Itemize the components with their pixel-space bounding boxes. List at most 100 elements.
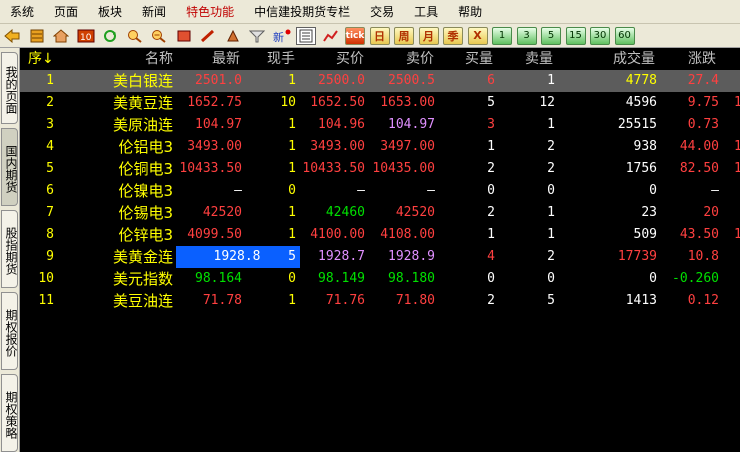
- change-cell: 20: [703, 205, 719, 220]
- col-bid-volume[interactable]: 买量: [465, 48, 493, 70]
- sidetab-option-quotes[interactable]: 期权报价: [1, 292, 18, 370]
- minute-30-button[interactable]: 30: [590, 26, 610, 45]
- sidetab-domestic-futures[interactable]: 国内期货: [1, 128, 18, 206]
- menu-bar: 系统 页面 板块 新闻 特色功能 中信建投期货专栏 交易 工具 帮助: [0, 0, 740, 24]
- col-turnover[interactable]: 成交量: [613, 48, 655, 70]
- volume-cell: 1: [288, 161, 296, 176]
- bid-price-cell: —: [357, 183, 365, 198]
- table-row[interactable]: 9 美黄金连 1928.8 5 1928.7 1928.9 4 2 17739 10.8: [20, 246, 740, 268]
- seq-cell: 11: [38, 293, 54, 308]
- quarter-period-button[interactable]: 季: [443, 26, 463, 45]
- window-icon[interactable]: [174, 27, 194, 45]
- day-period-button[interactable]: 日: [369, 26, 390, 45]
- ask-price-cell: 71.80: [395, 293, 435, 308]
- ask-price-cell: 1928.9: [388, 249, 435, 264]
- month-period-button[interactable]: 月: [418, 26, 439, 45]
- col-change[interactable]: 涨跌: [688, 48, 716, 70]
- change-cell: 27.4: [687, 73, 719, 88]
- menu-help[interactable]: 帮助: [448, 0, 492, 24]
- change-cell: 10.8: [687, 249, 719, 264]
- bid-volume-cell: 1: [487, 139, 495, 154]
- name-cell: 美豆油连: [112, 292, 173, 310]
- refresh-icon[interactable]: [100, 27, 120, 45]
- ask-price-cell: 42520: [395, 205, 435, 220]
- menu-features[interactable]: 特色功能: [176, 0, 244, 24]
- change-cell: -0.260: [672, 271, 719, 286]
- menu-news[interactable]: 新闻: [132, 0, 176, 24]
- zoom-in-icon[interactable]: [125, 27, 145, 45]
- bid-volume-cell: 0: [487, 183, 495, 198]
- change-cell: —: [711, 183, 719, 198]
- table-row[interactable]: 11 美豆油连 71.78 1 71.76 71.80 2 5 1413 0.12: [20, 290, 740, 312]
- table-row[interactable]: 6 伦镍电3 — 0 — — 0 0 0 —: [20, 180, 740, 202]
- ask-volume-cell: 0: [547, 183, 555, 198]
- table-row[interactable]: 5 伦铜电3 10433.50 1 10433.50 10435.00 2 2 1756 82.5…: [20, 158, 740, 180]
- tool-icon[interactable]: [223, 27, 243, 45]
- table-row[interactable]: 8 伦锌电3 4099.50 1 4100.00 4108.00 1 1 509 43.50 1: [20, 224, 740, 246]
- back-arrow-icon[interactable]: [2, 27, 22, 45]
- ask-price-cell: 4108.00: [380, 227, 435, 242]
- svg-text:新: 新: [273, 30, 284, 43]
- col-last[interactable]: 最新: [212, 48, 240, 70]
- menu-tools[interactable]: 工具: [404, 0, 448, 24]
- stack-icon[interactable]: [27, 27, 47, 45]
- volume-cell: 0: [288, 183, 296, 198]
- svg-text:10: 10: [80, 33, 92, 43]
- bid-volume-cell: 3: [487, 117, 495, 132]
- table-row[interactable]: 2 美黄豆连 1652.75 10 1652.50 1653.00 5 12 4596 9.75 1: [20, 92, 740, 114]
- zoom-out-icon[interactable]: [149, 27, 169, 45]
- table-row[interactable]: 3 美原油连 104.97 1 104.96 104.97 3 1 25515 0.73: [20, 114, 740, 136]
- menu-page[interactable]: 页面: [44, 0, 88, 24]
- col-seq[interactable]: 序↓: [28, 48, 54, 70]
- col-bid[interactable]: 买价: [336, 48, 364, 70]
- last-price-cell: 1652.75: [187, 95, 242, 110]
- menu-sector[interactable]: 板块: [88, 0, 132, 24]
- ask-price-cell: 104.97: [388, 117, 435, 132]
- last-price-cell: 2501.0: [195, 73, 242, 88]
- menu-trade[interactable]: 交易: [360, 0, 404, 24]
- minute-3-button[interactable]: 3: [516, 26, 537, 45]
- tick-button[interactable]: tick: [345, 26, 365, 45]
- ask-volume-cell: 5: [547, 293, 555, 308]
- menu-system[interactable]: 系统: [0, 0, 44, 24]
- menu-citic-column[interactable]: 中信建投期货专栏: [244, 0, 360, 24]
- filter-icon[interactable]: [247, 27, 267, 45]
- minute-60-button[interactable]: 60: [614, 26, 635, 45]
- table-row[interactable]: 4 伦铝电3 3493.00 1 3493.00 3497.00 1 2 938 44.00 1: [20, 136, 740, 158]
- quote-grid: 序↓ 名称 最新 现手 买价 卖价 买量 卖量 成交量 涨跌 1 美白银连 2501…: [20, 48, 740, 452]
- name-cell: 美黄豆连: [112, 94, 173, 112]
- bid-volume-cell: 1: [487, 227, 495, 242]
- table-row[interactable]: 1 美白银连 2501.0 1 2500.0 2500.5 6 1 4778 27.4: [20, 70, 740, 92]
- bid-price-cell: 1928.7: [318, 249, 365, 264]
- extra-cell: 1: [734, 139, 740, 154]
- kline-icon[interactable]: [321, 27, 341, 45]
- col-ask[interactable]: 卖价: [406, 48, 434, 70]
- name-cell: 美黄金连: [112, 248, 173, 266]
- minute-1-button[interactable]: 1: [492, 26, 512, 45]
- table-row[interactable]: 7 伦锡电3 42520 1 42460 42520 2 1 23 20: [20, 202, 740, 224]
- table-row[interactable]: 10 美元指数 98.164 0 98.149 98.180 0 0 0 -0.260: [20, 268, 740, 290]
- quote-list-icon[interactable]: [296, 26, 316, 45]
- ask-volume-cell: 1: [547, 117, 555, 132]
- turnover-cell: 25515: [617, 117, 657, 132]
- col-ask-volume[interactable]: 卖量: [525, 48, 553, 70]
- sidetab-option-strategy[interactable]: 期权策略: [1, 374, 18, 452]
- pencil-icon[interactable]: [198, 27, 218, 45]
- f10-icon[interactable]: 10: [76, 27, 96, 45]
- sidetab-index-futures[interactable]: 股指期货: [1, 210, 18, 288]
- turnover-cell: 23: [641, 205, 657, 220]
- extra-cell: 1: [734, 227, 740, 242]
- side-tabs: 我的页面 国内期货 股指期货 期权报价 期权策略: [0, 48, 20, 452]
- new-icon[interactable]: 新: [272, 27, 292, 45]
- custom-period-button[interactable]: X: [467, 26, 488, 45]
- minute-5-button[interactable]: 5: [541, 26, 561, 45]
- sidetab-my-page[interactable]: 我的页面: [1, 52, 18, 124]
- bid-price-cell: 42460: [325, 205, 365, 220]
- home-icon[interactable]: [51, 27, 71, 45]
- col-volume[interactable]: 现手: [267, 48, 295, 70]
- week-period-button[interactable]: 周: [394, 26, 414, 45]
- minute-15-button[interactable]: 15: [565, 26, 586, 45]
- ask-volume-cell: 2: [547, 161, 555, 176]
- col-name[interactable]: 名称: [145, 48, 173, 70]
- seq-cell: 1: [46, 73, 54, 88]
